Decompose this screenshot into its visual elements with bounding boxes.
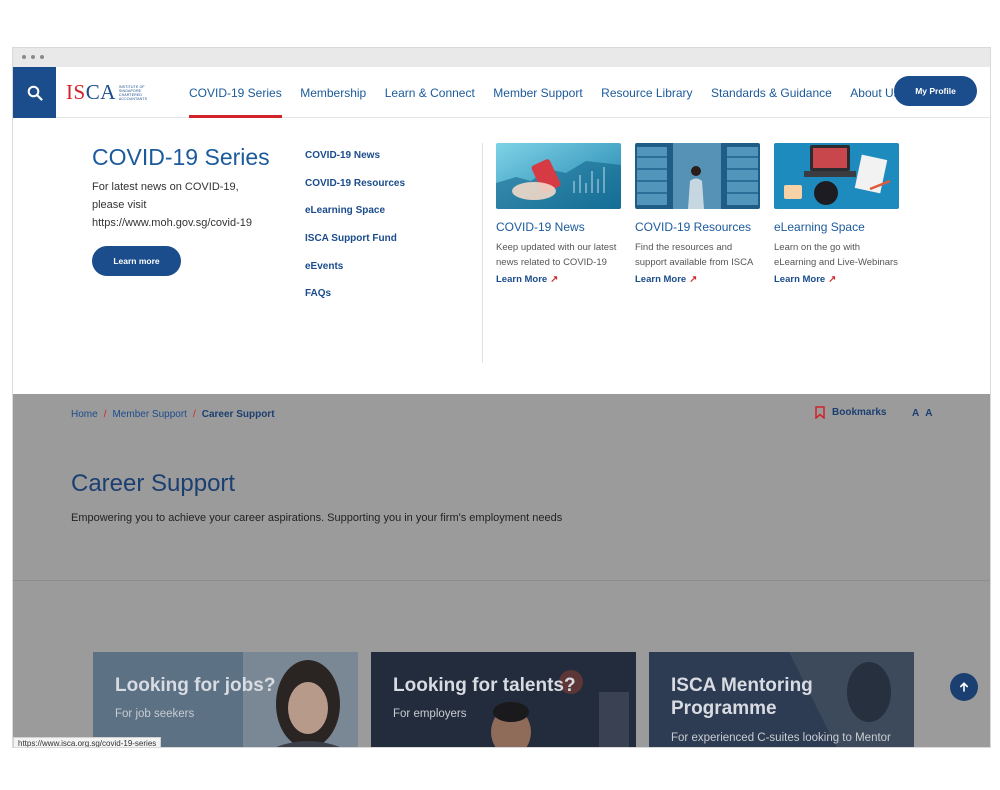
font-size-large[interactable]: A <box>925 408 932 419</box>
nav-learn-connect[interactable]: Learn & Connect <box>385 67 475 118</box>
tile-photo-job-seeker <box>243 652 358 747</box>
breadcrumb-home[interactable]: Home <box>71 409 98 420</box>
nav-covid-19-series[interactable]: COVID-19 Series <box>189 67 282 118</box>
menu-link-covid-resources[interactable]: COVID-19 Resources <box>305 178 405 206</box>
browser-status-url: https://www.isca.org.sg/covid-19-series <box>13 737 162 747</box>
card-description: Keep updated with our latest news relate… <box>496 242 617 268</box>
search-icon <box>27 85 43 101</box>
covid-mega-menu: COVID-19 Series For latest news on COVID… <box>13 118 990 394</box>
card-title: COVID-19 News <box>496 220 585 234</box>
card-title: COVID-19 Resources <box>635 220 752 234</box>
tile-title: Looking for talents? <box>393 675 576 696</box>
card-learn-more-link[interactable]: Learn More ↗ <box>774 274 900 285</box>
card-elearning-space[interactable]: eLearning Space Learn on the go with eLe… <box>774 143 900 285</box>
page-subtitle: Empowering you to achieve your career as… <box>71 512 563 524</box>
card-description: Learn on the go with eLearning and Live-… <box>774 242 898 268</box>
card-image-elearning-space <box>774 143 899 209</box>
window-dots <box>22 55 44 59</box>
nav-membership[interactable]: Membership <box>300 67 366 118</box>
nav-standards-guidance[interactable]: Standards & Guidance <box>711 67 832 118</box>
card-description: Find the resources and support available… <box>635 242 754 268</box>
tile-subtitle: For employers <box>393 708 467 720</box>
logo-subtitle: Institute of Singapore Chartered Account… <box>118 84 148 101</box>
nav-about-us[interactable]: About Us <box>850 67 899 118</box>
breadcrumb-separator: / <box>103 409 107 420</box>
menu-link-faqs[interactable]: FAQs <box>305 288 405 316</box>
card-image-covid-news <box>496 143 621 209</box>
tile-title: Looking for jobs? <box>115 675 276 696</box>
main-nav: COVID-19 Series Membership Learn & Conne… <box>189 67 918 118</box>
font-size-small[interactable]: A <box>912 408 919 419</box>
search-button[interactable] <box>13 67 56 118</box>
learn-more-button[interactable]: Learn more <box>92 246 181 276</box>
mega-menu-links: COVID-19 News COVID-19 Resources eLearni… <box>305 150 405 316</box>
breadcrumb: Home / Member Support / Career Support <box>71 409 275 420</box>
bookmarks-label: Bookmarks <box>832 407 887 418</box>
logo-mark: ISCA <box>66 80 116 104</box>
tile-looking-for-jobs[interactable]: Looking for jobs? For job seekers <box>93 652 358 747</box>
tile-subtitle: For job seekers <box>115 708 195 720</box>
card-covid-resources[interactable]: COVID-19 Resources Find the resources an… <box>635 143 761 285</box>
menu-link-eevents[interactable]: eEvents <box>305 261 405 289</box>
font-size-controls: A A <box>912 408 932 419</box>
menu-link-support-fund[interactable]: ISCA Support Fund <box>305 233 405 261</box>
external-arrow-icon: ↗ <box>828 274 837 285</box>
nav-member-support[interactable]: Member Support <box>493 67 582 118</box>
breadcrumb-separator: / <box>192 409 196 420</box>
external-arrow-icon: ↗ <box>689 274 698 285</box>
my-profile-button[interactable]: My Profile <box>894 76 977 106</box>
tile-title: ISCA Mentoring Programme <box>671 675 813 719</box>
page-content-overlay: Home / Member Support / Career Support B… <box>13 394 990 747</box>
external-arrow-icon: ↗ <box>550 274 559 285</box>
card-covid-news[interactable]: COVID-19 News Keep updated with our late… <box>496 143 622 285</box>
section-divider <box>13 580 990 581</box>
mega-menu-description: For latest news on COVID-19, please visi… <box>92 181 252 229</box>
mega-menu-divider <box>482 143 483 363</box>
menu-link-covid-news[interactable]: COVID-19 News <box>305 150 405 178</box>
card-title: eLearning Space <box>774 220 865 234</box>
bookmark-icon <box>815 406 825 419</box>
bookmarks-button[interactable]: Bookmarks <box>815 406 886 419</box>
isca-logo[interactable]: ISCA Institute of Singapore Chartered Ac… <box>66 82 155 103</box>
arrow-up-icon <box>960 682 968 692</box>
tile-photo-employer <box>371 652 636 747</box>
browser-window: ISCA Institute of Singapore Chartered Ac… <box>12 47 991 748</box>
card-image-covid-resources <box>635 143 760 209</box>
mega-menu-title: COVID-19 Series <box>92 144 270 170</box>
tile-isca-mentoring[interactable]: ISCA Mentoring Programme For experienced… <box>649 652 914 747</box>
site-header: ISCA Institute of Singapore Chartered Ac… <box>13 67 990 118</box>
browser-chrome <box>13 48 990 67</box>
tile-looking-for-talents[interactable]: Looking for talents? For employers <box>371 652 636 747</box>
card-learn-more-link[interactable]: Learn More ↗ <box>496 274 622 285</box>
tile-subtitle: For experienced C-suites looking to Ment… <box>671 732 891 744</box>
card-learn-more-link[interactable]: Learn More ↗ <box>635 274 761 285</box>
back-to-top-button[interactable] <box>950 673 978 701</box>
menu-link-elearning-space[interactable]: eLearning Space <box>305 205 405 233</box>
nav-resource-library[interactable]: Resource Library <box>601 67 692 118</box>
breadcrumb-member-support[interactable]: Member Support <box>112 409 186 420</box>
page-title: Career Support <box>71 470 236 497</box>
breadcrumb-current: Career Support <box>201 409 275 420</box>
